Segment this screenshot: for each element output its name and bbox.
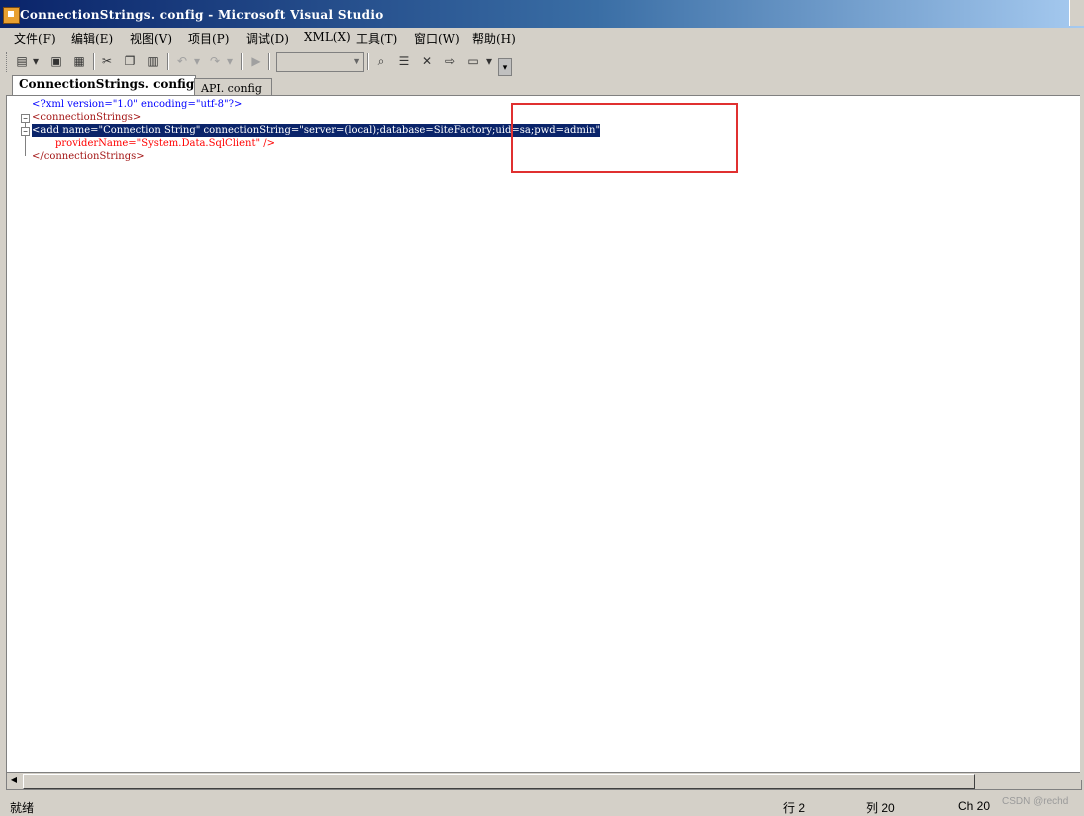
undo-icon[interactable]: ↶ — [173, 52, 191, 70]
toolbar-separator — [268, 53, 270, 70]
toolbar-overflow-button[interactable]: ▾ — [498, 58, 512, 76]
menu-edit[interactable]: 编辑(E) — [71, 30, 113, 47]
menu-project[interactable]: 项目(P) — [188, 30, 229, 47]
title-bar: ConnectionStrings. config - Microsoft Vi… — [0, 0, 1084, 28]
window-title: ConnectionStrings. config - Microsoft Vi… — [20, 8, 384, 22]
watermark: CSDN @rechd — [1002, 796, 1069, 807]
tools-icon[interactable]: ✕ — [418, 52, 436, 70]
tab-connectionstrings-config[interactable]: ConnectionStrings. config — [12, 75, 196, 96]
toolbar-separator — [367, 53, 369, 70]
visual-studio-icon — [3, 7, 20, 24]
window-control-button[interactable] — [1069, 0, 1084, 26]
tab-api-config[interactable]: API. config — [194, 78, 272, 95]
chevron-down-icon[interactable]: ▾ — [31, 52, 41, 70]
code-line-1: <?xml version="1.0" encoding="utf-8"?> — [32, 99, 243, 110]
code-line-2: <connectionStrings> — [32, 112, 142, 123]
toolbar-separator — [241, 53, 243, 70]
properties-icon[interactable]: ☰ — [395, 52, 413, 70]
new-project-icon[interactable]: ▤ — [13, 52, 31, 70]
document-tabs: ConnectionStrings. config API. config — [0, 75, 1084, 96]
copy-icon[interactable]: ❐ — [121, 52, 139, 70]
menu-window[interactable]: 窗口(W) — [414, 30, 460, 47]
command-window-icon[interactable]: ▭ — [464, 52, 482, 70]
save-icon[interactable]: ▣ — [47, 52, 65, 70]
find-icon[interactable]: ⌕ — [372, 52, 390, 70]
annotation-highlight-box — [511, 103, 738, 173]
menu-xml[interactable]: XML(X) — [304, 30, 351, 44]
status-char: Ch 20 — [958, 799, 991, 813]
status-bar: 就绪 行 2 列 20 Ch 20 — [0, 794, 1084, 816]
start-icon[interactable]: ▶ — [247, 52, 265, 70]
chevron-down-icon[interactable]: ▼ — [352, 56, 361, 66]
collapse-icon[interactable]: − — [21, 127, 30, 136]
window-right-edge — [1080, 40, 1084, 780]
menu-view[interactable]: 视图(V) — [130, 30, 172, 47]
code-editor[interactable]: − − <?xml version="1.0" encoding="utf-8"… — [6, 95, 1082, 777]
status-ready: 就绪 — [10, 801, 35, 815]
paste-icon[interactable]: ▥ — [144, 52, 162, 70]
collapse-icon[interactable]: − — [21, 114, 30, 123]
scroll-left-icon[interactable]: ◀ — [7, 773, 21, 787]
code-line-4: providerName="System.Data.SqlClient" /> — [55, 138, 276, 149]
toolbar-separator — [167, 53, 169, 70]
cut-icon[interactable]: ✂ — [98, 52, 116, 70]
toolbar-separator — [93, 53, 95, 70]
menu-debug[interactable]: 调试(D) — [246, 30, 289, 47]
menu-file[interactable]: 文件(F) — [14, 30, 56, 47]
save-all-icon[interactable]: ▦ — [70, 52, 88, 70]
code-line-5: </connectionStrings> — [32, 151, 145, 162]
horizontal-scrollbar[interactable]: ◀ — [6, 772, 1082, 790]
menu-help[interactable]: 帮助(H) — [472, 30, 516, 47]
fold-line — [25, 136, 26, 156]
scrollbar-thumb[interactable] — [23, 774, 975, 789]
status-column: 列 20 — [866, 801, 895, 815]
toolbar-grip[interactable] — [6, 52, 10, 72]
redo-icon[interactable]: ↷ — [206, 52, 224, 70]
menu-bar: 文件(F) 编辑(E) 视图(V) 项目(P) 调试(D) XML(X) 工具(… — [0, 28, 1084, 48]
chevron-down-icon[interactable]: ▾ — [192, 52, 202, 70]
standard-toolbar: ▤ ▾ ▣ ▦ ✂ ❐ ▥ ↶ ▾ ↷ ▾ ▶ ⌕ ☰ ✕ ⇨ ▭ ▾ — [0, 48, 1084, 76]
editor-gutter — [7, 96, 20, 776]
object-browser-icon[interactable]: ⇨ — [441, 52, 459, 70]
chevron-down-icon[interactable]: ▾ — [484, 52, 494, 70]
chevron-down-icon[interactable]: ▾ — [225, 52, 235, 70]
menu-tools[interactable]: 工具(T) — [356, 30, 397, 47]
solution-config-combo[interactable]: ▼ — [276, 52, 364, 72]
status-line: 行 2 — [783, 801, 806, 815]
